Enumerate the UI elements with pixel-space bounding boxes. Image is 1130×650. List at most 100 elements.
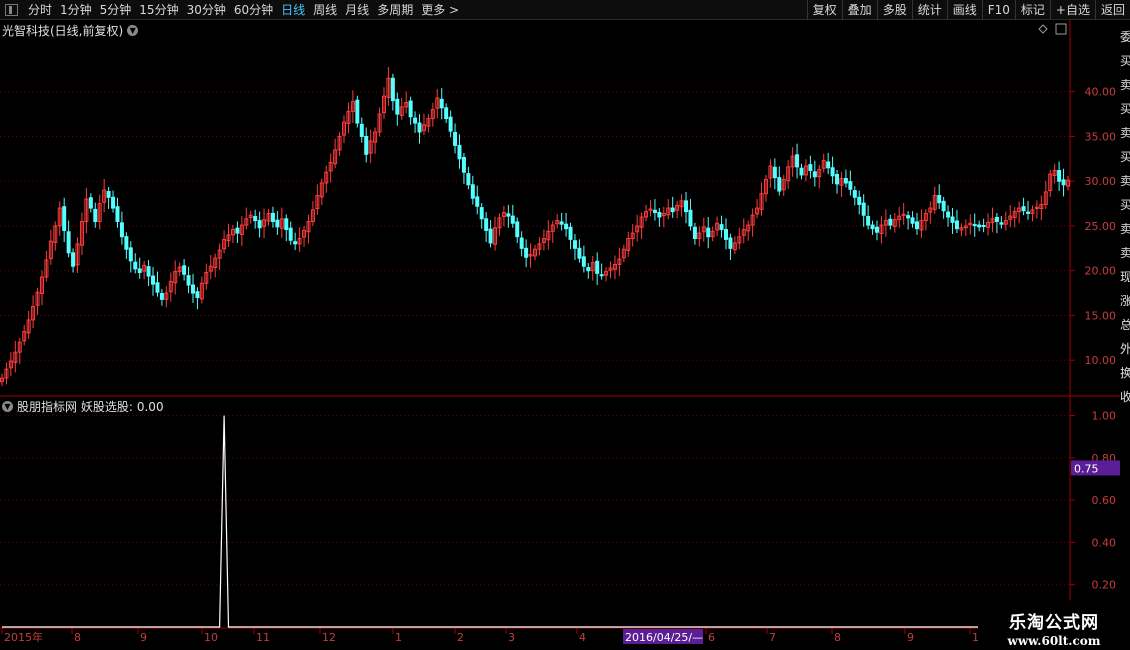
candle-body <box>159 293 164 300</box>
candle-body <box>71 252 76 267</box>
candle-body <box>444 107 449 120</box>
chevron-down-icon[interactable]: ▼ <box>2 401 13 412</box>
candle-body <box>146 266 151 277</box>
side-panel-glyph: 卖 <box>1120 78 1130 92</box>
diamond-icon <box>1038 24 1048 34</box>
candle-body <box>870 224 875 230</box>
candle-body <box>1026 211 1031 214</box>
chevron-down-icon[interactable]: ▼ <box>127 25 139 36</box>
time-axis-label: 8 <box>834 631 841 644</box>
time-axis-label: 2015年 <box>4 630 43 644</box>
price-tick-label: 20.00 <box>1085 265 1117 278</box>
side-panel-glyph: 买 <box>1120 102 1130 116</box>
stock-title: 光智科技(日线,前复权) ▼ <box>2 22 139 39</box>
price-tick-label: 40.00 <box>1085 86 1117 99</box>
candle-body <box>586 267 591 272</box>
candle-body <box>66 231 71 254</box>
candle-body <box>826 161 831 169</box>
candle-body <box>848 181 853 190</box>
candle-body <box>408 100 413 118</box>
candle-body <box>657 212 662 218</box>
candle-body <box>457 144 462 160</box>
candle-body <box>235 227 240 234</box>
time-axis-label: 12 <box>322 631 336 644</box>
candle-body <box>977 224 982 228</box>
side-panel-glyph: 总 <box>1120 318 1130 332</box>
indicator-tick-label: 0.40 <box>1092 536 1117 549</box>
candle-body <box>519 237 524 249</box>
candle-body <box>688 209 693 227</box>
side-panel-glyph: 委 <box>1120 30 1130 44</box>
candle-body <box>190 284 195 294</box>
candle-body <box>124 236 129 250</box>
candle-body <box>133 261 138 270</box>
candle-body <box>581 256 586 267</box>
side-panel-glyph: 涨 <box>1120 294 1130 308</box>
candle-body <box>692 226 697 239</box>
candle-body <box>413 117 418 124</box>
panel-toggle-icon <box>1055 23 1067 35</box>
watermark-name: 乐淘公式网 <box>1009 613 1099 633</box>
candle-body <box>981 225 986 228</box>
candle-body <box>723 229 728 240</box>
time-axis-label: 11 <box>256 631 270 644</box>
candle-body <box>151 275 156 285</box>
candle-body <box>364 135 369 155</box>
candle-body <box>994 216 999 222</box>
time-axis-label: 9 <box>140 631 147 644</box>
candle-body <box>284 218 289 231</box>
side-panel-glyph: 卖 <box>1120 174 1130 188</box>
time-axis-label: 3 <box>508 631 515 644</box>
candle-body <box>888 218 893 226</box>
chart-canvas[interactable]: 10.0015.0020.0025.0030.0035.0040.000.200… <box>0 0 1130 650</box>
candle-body <box>572 240 577 249</box>
side-panel-glyph: 现 <box>1120 270 1130 284</box>
time-axis-label: 10 <box>204 631 218 644</box>
candle-body <box>275 219 280 228</box>
candle-body <box>835 173 840 185</box>
price-tick-label: 15.00 <box>1085 309 1117 322</box>
candle-body <box>182 265 187 275</box>
candle-body <box>155 282 160 293</box>
candle-body <box>479 207 484 220</box>
candle-body <box>728 237 733 249</box>
cursor-value-text: 0.75 <box>1074 462 1099 475</box>
indicator-line <box>2 415 1068 628</box>
candle-body <box>595 260 600 274</box>
candle-body <box>395 98 400 115</box>
candle-body <box>88 197 93 209</box>
candle-body <box>111 196 116 209</box>
candle-body <box>1021 206 1026 212</box>
candle-body <box>488 228 493 244</box>
candle-body <box>453 131 458 146</box>
candle-body <box>950 216 955 223</box>
candle-body <box>852 190 857 198</box>
candle-body <box>937 195 942 204</box>
candle-body <box>808 164 813 171</box>
candle-body <box>941 200 946 212</box>
candle-body <box>195 291 200 299</box>
date-cursor-label: 2016/04/25/— <box>625 631 703 644</box>
candle-body <box>484 218 489 231</box>
price-tick-label: 10.00 <box>1085 354 1117 367</box>
candle-body <box>119 222 124 238</box>
candle-body <box>506 213 511 217</box>
candle-body <box>448 116 453 132</box>
indicator-title: ▼ 股朋指标网 妖股选股: 0.00 <box>2 398 164 415</box>
time-axis-label: 1 <box>395 631 402 644</box>
side-panel-glyph: 换 <box>1120 366 1130 380</box>
candle-body <box>390 77 395 102</box>
candle-body <box>670 207 675 213</box>
candle-body <box>812 171 817 178</box>
candle-body <box>137 268 142 273</box>
candle-body <box>684 200 689 213</box>
side-panel-glyph: 卖 <box>1120 246 1130 260</box>
candle-body <box>652 209 657 214</box>
candle-body <box>466 173 471 186</box>
candle-body <box>914 221 919 230</box>
stock-title-text: 光智科技(日线,前复权) <box>2 24 124 38</box>
candle-body <box>270 212 275 222</box>
side-panel-glyph: 卖 <box>1120 222 1130 236</box>
price-tick-label: 30.00 <box>1085 175 1117 188</box>
candle-body <box>906 215 911 219</box>
